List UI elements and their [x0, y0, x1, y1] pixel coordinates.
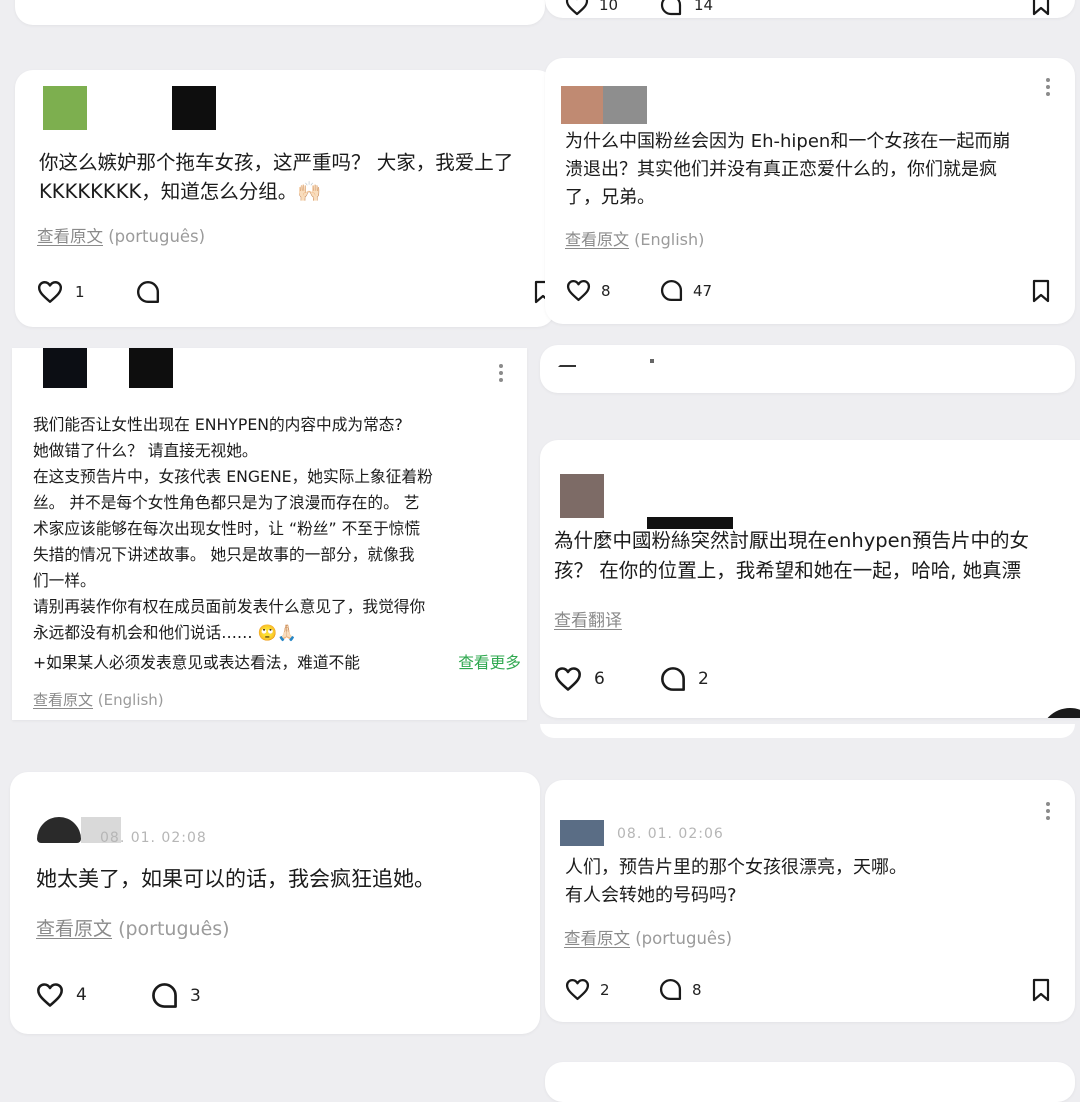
comment-card: 08. 01. 02:08 她太美了，如果可以的话，我会疯狂追她。 查看原文 (…	[10, 772, 540, 1034]
comment-body: 為什麼中國粉絲突然討厭出現在enhypen預告片中的女 孩？ 在你的位置上，我希…	[554, 529, 1029, 582]
comment-card-bottom-cutoff	[545, 1062, 1075, 1102]
avatar[interactable]	[43, 86, 87, 130]
truncated-text: +如果某人必须发表意见或表达看法，难道不能	[33, 653, 360, 672]
timestamp: 08. 01. 02:08	[100, 830, 207, 846]
comment-body: 我们能否让女性出现在 ENHYPEN的内容中成为常态? 她做错了什么？ 请直接无…	[33, 415, 433, 642]
reply-count: 2	[698, 669, 709, 689]
bookmark-icon	[1032, 978, 1050, 1002]
like-button[interactable]: 1	[37, 280, 85, 304]
like-count: 6	[594, 669, 605, 689]
speech-bubble-icon	[152, 983, 177, 1008]
more-vertical-icon[interactable]	[498, 364, 504, 385]
like-button[interactable]: 8	[566, 279, 611, 302]
reply-count: 3	[190, 985, 201, 1006]
avatar[interactable]	[560, 820, 604, 846]
like-button[interactable]: 4	[36, 982, 87, 1008]
original-language: (English)	[97, 691, 164, 709]
heart-outline-icon	[37, 281, 63, 303]
comment-card: 我们能否让女性出现在 ENHYPEN的内容中成为常态? 她做错了什么？ 请直接无…	[12, 348, 527, 720]
reply-button[interactable]	[136, 280, 172, 304]
more-vertical-icon[interactable]	[1045, 78, 1051, 99]
original-language: (English)	[634, 230, 705, 249]
comment-card: 08. 01. 02:06 人们，预告片里的那个女孩很漂亮，天哪。 有人会转她的…	[545, 780, 1075, 1022]
like-count: 10	[599, 0, 619, 14]
heart-outline-icon	[555, 667, 581, 691]
speech-bubble-icon	[661, 667, 685, 691]
view-original-link[interactable]: 查看原文 (English)	[565, 226, 704, 250]
view-original-label[interactable]: 查看原文	[33, 691, 93, 709]
view-original-label[interactable]: 查看原文	[564, 929, 630, 948]
avatar[interactable]	[561, 86, 603, 124]
comment-body: 为什么中国粉丝会因为 Eh-hipen和一个女孩在一起而崩 溃退出？其实他们并没…	[565, 131, 1011, 208]
timestamp: 08. 01. 02:06	[617, 826, 724, 842]
comment-card: 為什麼中國粉絲突然討厭出現在enhypen預告片中的女 孩？ 在你的位置上，我希…	[540, 440, 1080, 718]
speech-bubble-icon	[660, 279, 683, 302]
view-original-link[interactable]: 查看原文 (English)	[33, 689, 164, 710]
username-redacted	[129, 348, 173, 388]
bookmark-button[interactable]	[1031, 978, 1051, 1002]
like-button[interactable]: 2	[565, 978, 610, 1001]
reply-button[interactable]: 3	[151, 982, 201, 1009]
reply-count: 14	[694, 0, 714, 14]
view-original-link[interactable]: 查看原文 (português)	[36, 914, 230, 941]
comment-card-top-right-cutoff: 10 14	[545, 0, 1075, 18]
like-button[interactable]: 6	[554, 666, 605, 692]
comment-body: 你这么嫉妒那个拖车女孩，这严重吗？ 大家，我爱上了 KKKKKKKK，知道怎么分…	[39, 151, 514, 203]
username-redacted	[603, 86, 647, 124]
comment-card-cutoff	[540, 345, 1075, 393]
like-button[interactable]: 10	[565, 0, 618, 16]
reply-button[interactable]: 14	[660, 0, 713, 16]
original-language: (português)	[118, 918, 230, 940]
reply-count: 8	[692, 980, 702, 999]
bookmark-button[interactable]	[1031, 279, 1051, 303]
floating-action-button[interactable]	[1040, 708, 1080, 718]
original-language: (português)	[635, 929, 733, 948]
like-count: 1	[75, 283, 85, 301]
view-original-label[interactable]: 查看原文	[37, 227, 103, 246]
more-vertical-icon[interactable]	[1045, 802, 1051, 823]
reply-button[interactable]: 2	[660, 666, 709, 692]
comment-last-line: +如果某人必须发表意见或表达看法，难道不能 查看更多	[33, 650, 527, 676]
view-original-label[interactable]: 查看原文	[36, 918, 112, 940]
view-original-link[interactable]: 查看原文 (português)	[564, 925, 732, 949]
reply-button[interactable]: 8	[659, 978, 702, 1001]
speech-bubble-icon	[136, 280, 160, 304]
speech-bubble-icon	[659, 978, 682, 1001]
view-original-link[interactable]: 查看原文 (português)	[37, 223, 205, 247]
like-count: 4	[76, 985, 87, 1005]
see-more-link[interactable]: 查看更多	[450, 650, 521, 676]
card-divider-strip	[540, 724, 1075, 738]
avatar[interactable]	[37, 817, 81, 843]
bookmark-icon	[1032, 0, 1050, 16]
comment-card: 为什么中国粉丝会因为 Eh-hipen和一个女孩在一起而崩 溃退出？其实他们并没…	[545, 58, 1075, 324]
reply-count: 47	[693, 281, 713, 300]
comment-card: 你这么嫉妒那个拖车女孩，这严重吗？ 大家，我爱上了 KKKKKKKK，知道怎么分…	[15, 70, 555, 327]
view-original-label[interactable]: 查看原文	[565, 230, 629, 249]
view-translation-link[interactable]: 查看翻译	[554, 606, 622, 631]
like-count: 8	[601, 281, 611, 300]
comment-card-top-left-cutoff	[15, 0, 545, 25]
avatar[interactable]	[560, 474, 604, 518]
comment-body: 人们，预告片里的那个女孩很漂亮，天哪。 有人会转她的号码吗?	[565, 857, 907, 906]
original-language: (português)	[108, 227, 206, 246]
heart-outline-icon	[566, 279, 591, 302]
bookmark-button[interactable]	[1031, 0, 1051, 16]
heart-outline-icon	[37, 983, 63, 1007]
speech-bubble-icon	[660, 0, 682, 16]
bookmark-icon	[1032, 279, 1050, 303]
comment-body: 她太美了，如果可以的话，我会疯狂追她。	[36, 867, 435, 891]
username-redacted	[172, 86, 216, 130]
heart-outline-icon	[565, 0, 589, 16]
view-translation-label[interactable]: 查看翻译	[554, 611, 622, 631]
avatar[interactable]	[43, 348, 87, 388]
heart-outline-icon	[565, 978, 590, 1001]
like-count: 2	[600, 980, 610, 999]
reply-button[interactable]: 47	[660, 279, 712, 302]
